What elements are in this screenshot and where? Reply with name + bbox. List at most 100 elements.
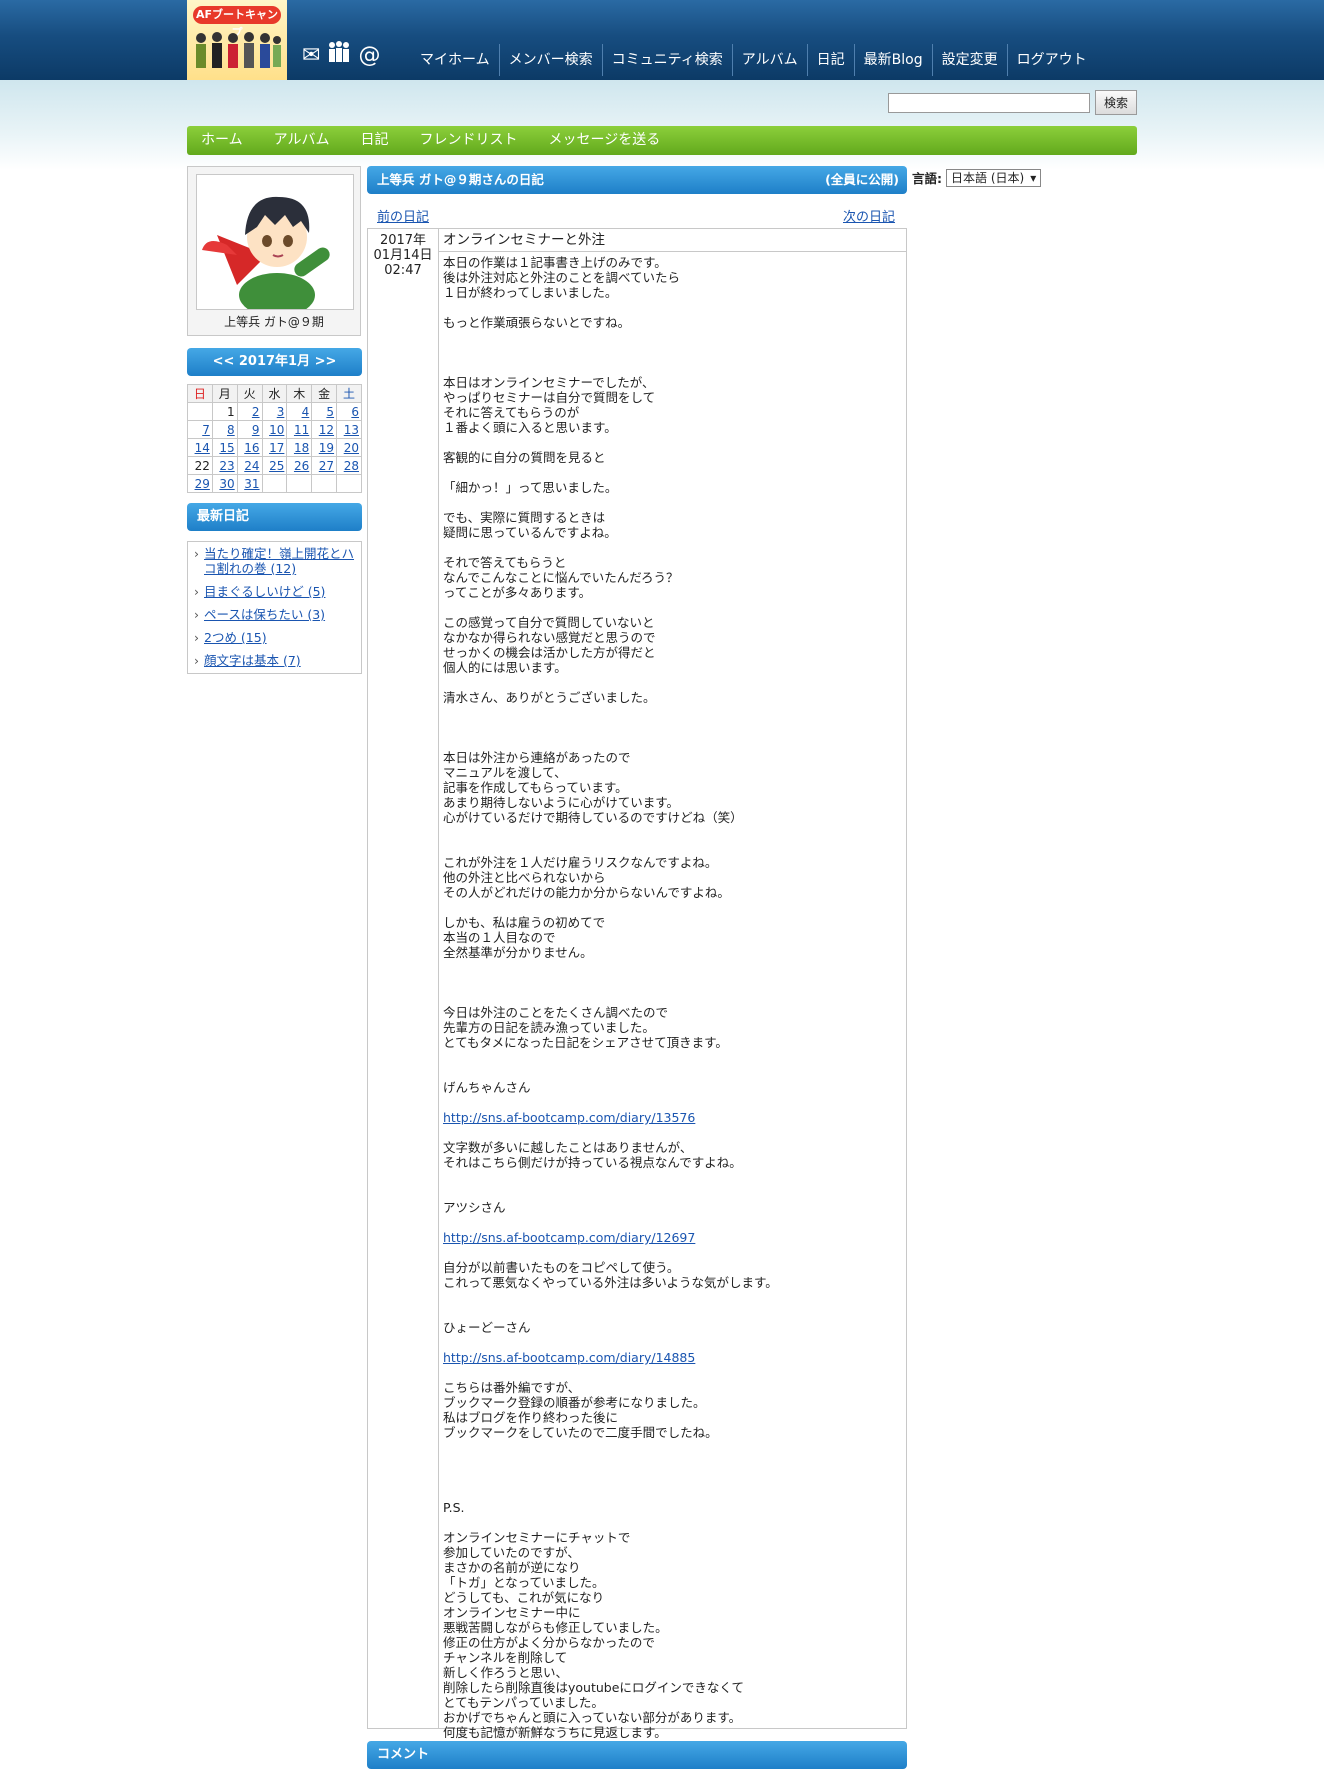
calendar-day[interactable]: 15 <box>211 438 238 457</box>
calendar-day[interactable]: 16 <box>236 438 263 457</box>
global-nav: マイホーム メンバー検索 コミュニティ検索 アルバム 日記 最新Blog 設定変… <box>411 44 1096 76</box>
calendar-day[interactable]: 19 <box>311 438 338 457</box>
calendar-day-link[interactable]: 2 <box>252 405 260 419</box>
calendar-day-link[interactable]: 27 <box>319 459 334 473</box>
nav-my-home[interactable]: マイホーム <box>411 44 499 76</box>
profile-avatar[interactable] <box>196 174 354 310</box>
calendar-day[interactable]: 8 <box>211 420 238 439</box>
calendar-day-link[interactable]: 10 <box>269 423 284 437</box>
calendar-day-link[interactable]: 11 <box>294 423 309 437</box>
calendar-day[interactable]: 11 <box>286 420 313 439</box>
latest-diary-link[interactable]: 当たり確定！嶺上開花とハコ割れの巻 (12) <box>204 546 354 576</box>
subnav-friend-list[interactable]: フレンドリスト <box>419 126 517 155</box>
calendar-day[interactable]: 20 <box>336 438 362 457</box>
calendar-day-link[interactable]: 15 <box>219 441 234 455</box>
nav-album[interactable]: アルバム <box>731 44 807 76</box>
entry-body-link[interactable]: http://sns.af-bootcamp.com/diary/14885 <box>443 1350 902 1365</box>
diary-heading: 上等兵 ガト@９期さんの日記 <box>377 172 544 187</box>
calendar-day[interactable]: 4 <box>286 402 313 421</box>
calendar-day[interactable]: 5 <box>311 402 338 421</box>
calendar-day-link[interactable]: 31 <box>244 477 259 491</box>
friends-icon[interactable] <box>326 40 352 73</box>
nav-member-search[interactable]: メンバー検索 <box>498 44 602 76</box>
calendar-day[interactable]: 7 <box>187 420 213 439</box>
calendar-day-link[interactable]: 30 <box>219 477 234 491</box>
calendar-day-link[interactable]: 17 <box>269 441 284 455</box>
calendar-day[interactable]: 25 <box>261 456 288 475</box>
calendar-day-link[interactable]: 12 <box>319 423 334 437</box>
entry-body-line <box>443 1290 902 1305</box>
language-select[interactable]: 日本語 (日本) ▾ <box>946 168 1042 187</box>
calendar-month-nav[interactable]: << 2017年1月 >> <box>213 354 337 369</box>
calendar-day[interactable]: 9 <box>236 420 263 439</box>
calendar-day[interactable]: 18 <box>286 438 313 457</box>
latest-diary-link[interactable]: 2つめ (15) <box>204 630 267 645</box>
subnav-album[interactable]: アルバム <box>274 126 330 155</box>
calendar-day-link[interactable]: 9 <box>252 423 260 437</box>
entry-body-line <box>443 705 902 720</box>
site-logo[interactable]: AFブートキャンプ <box>187 0 287 80</box>
latest-diary-link[interactable]: ペースは保ちたい (3) <box>204 607 325 622</box>
calendar-day[interactable]: 27 <box>311 456 338 475</box>
calendar-day-link[interactable]: 24 <box>244 459 259 473</box>
latest-diary-link[interactable]: 顔文字は基本 (7) <box>204 653 301 668</box>
latest-diary-link[interactable]: 目まぐるしいけど (5) <box>204 584 325 599</box>
calendar-day-link[interactable]: 7 <box>202 423 210 437</box>
calendar-day[interactable]: 28 <box>336 456 362 475</box>
entry-body-line: でも、実際に質問するときは <box>443 510 606 525</box>
calendar-day[interactable]: 24 <box>236 456 263 475</box>
calendar-day-link[interactable]: 26 <box>294 459 309 473</box>
calendar-day: 22 <box>187 456 213 475</box>
next-diary-link[interactable]: 次の日記 <box>843 206 895 225</box>
calendar-day[interactable]: 2 <box>236 402 263 421</box>
calendar-day-link[interactable]: 8 <box>227 423 235 437</box>
nav-latest-blog[interactable]: 最新Blog <box>853 44 932 76</box>
calendar-day-link[interactable]: 25 <box>269 459 284 473</box>
nav-logout[interactable]: ログアウト <box>1006 44 1096 76</box>
nav-community-search[interactable]: コミュニティ検索 <box>601 44 732 76</box>
entry-body-line <box>443 960 902 975</box>
entry-body-line: 後は外注対応と外注のことを調べていたら <box>443 270 681 285</box>
calendar-day-link[interactable]: 20 <box>344 441 359 455</box>
calendar-day-link[interactable]: 14 <box>195 441 210 455</box>
calendar-day-link[interactable]: 28 <box>344 459 359 473</box>
calendar-day[interactable]: 6 <box>336 402 362 421</box>
calendar-day[interactable]: 12 <box>311 420 338 439</box>
calendar-day-link[interactable]: 4 <box>302 405 310 419</box>
calendar-day[interactable]: 3 <box>261 402 288 421</box>
calendar-day[interactable]: 10 <box>261 420 288 439</box>
calendar-day[interactable]: 17 <box>261 438 288 457</box>
calendar-day[interactable]: 29 <box>187 474 213 493</box>
subnav-diary[interactable]: 日記 <box>360 126 388 155</box>
calendar-day-link[interactable]: 23 <box>219 459 234 473</box>
calendar-day-link[interactable]: 29 <box>195 477 210 491</box>
calendar-header: << 2017年1月 >> <box>187 348 362 376</box>
at-icon[interactable]: @ <box>358 41 380 71</box>
calendar-day[interactable]: 30 <box>211 474 238 493</box>
calendar-day[interactable]: 26 <box>286 456 313 475</box>
subnav-home[interactable]: ホーム <box>201 126 243 155</box>
entry-body-line: 本日は外注から連絡があったので <box>443 750 631 765</box>
search-input[interactable] <box>888 93 1090 113</box>
calendar-day[interactable]: 14 <box>187 438 213 457</box>
nav-diary[interactable]: 日記 <box>806 44 854 76</box>
calendar-day[interactable]: 31 <box>236 474 263 493</box>
mail-icon[interactable]: ✉ <box>302 41 320 71</box>
calendar-day <box>286 474 313 493</box>
prev-diary-link[interactable]: 前の日記 <box>377 206 429 225</box>
entry-body-link[interactable]: http://sns.af-bootcamp.com/diary/13576 <box>443 1110 902 1125</box>
calendar-day[interactable]: 13 <box>336 420 362 439</box>
calendar-day-link[interactable]: 5 <box>326 405 334 419</box>
latest-diary-header: 最新日記 <box>187 503 362 531</box>
calendar-day-link[interactable]: 3 <box>277 405 285 419</box>
calendar-day-link[interactable]: 16 <box>244 441 259 455</box>
calendar-day[interactable]: 23 <box>211 456 238 475</box>
search-button[interactable]: 検索 <box>1095 90 1137 115</box>
calendar-day-link[interactable]: 19 <box>319 441 334 455</box>
calendar-day-link[interactable]: 18 <box>294 441 309 455</box>
nav-settings[interactable]: 設定変更 <box>931 44 1007 76</box>
calendar-day-link[interactable]: 13 <box>344 423 359 437</box>
subnav-send-message[interactable]: メッセージを送る <box>548 126 660 155</box>
calendar-day-link[interactable]: 6 <box>351 405 359 419</box>
entry-body-link[interactable]: http://sns.af-bootcamp.com/diary/12697 <box>443 1230 902 1245</box>
